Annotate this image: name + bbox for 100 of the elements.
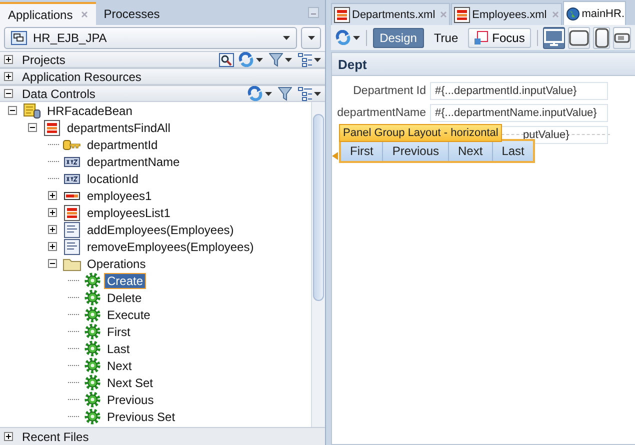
gear-icon bbox=[84, 272, 100, 289]
field-label: departmentName bbox=[337, 107, 426, 119]
tablet-icon bbox=[594, 28, 609, 48]
caret-icon bbox=[353, 36, 360, 40]
nav-button[interactable]: First bbox=[341, 141, 384, 161]
dropdown-arrow-icon bbox=[283, 36, 290, 40]
tree-item[interactable]: departmentName bbox=[85, 154, 182, 168]
pointer-icon bbox=[332, 152, 338, 160]
tree-item[interactable]: First bbox=[105, 324, 132, 338]
application-icon bbox=[11, 31, 27, 45]
gear-icon bbox=[84, 391, 100, 408]
menu-dropdown[interactable] bbox=[301, 27, 321, 49]
tree-item[interactable]: departmentId bbox=[85, 138, 160, 152]
device-button[interactable] bbox=[543, 26, 566, 48]
minimize-icon[interactable] bbox=[308, 7, 319, 18]
tree-item[interactable]: Create bbox=[105, 274, 146, 288]
gear-icon bbox=[84, 357, 100, 374]
tree-item[interactable]: Operations bbox=[85, 256, 148, 270]
method-icon bbox=[64, 238, 80, 254]
tree-item[interactable]: departmentsFindAll bbox=[65, 120, 172, 134]
caret-icon bbox=[314, 92, 321, 96]
input-field[interactable]: #{...departmentId.inputValue} bbox=[430, 82, 608, 100]
editor-tab[interactable]: Employees.xml bbox=[451, 3, 562, 25]
panel-tab[interactable]: Processes bbox=[96, 3, 168, 25]
nav-button[interactable]: Next bbox=[449, 141, 493, 161]
gear-icon bbox=[84, 408, 100, 425]
collection-icon bbox=[454, 6, 470, 22]
expand-icon[interactable] bbox=[48, 208, 57, 217]
caret-icon bbox=[265, 92, 272, 96]
mode-toggle[interactable]: Design bbox=[372, 28, 424, 48]
expand-icon[interactable] bbox=[4, 72, 13, 81]
gear-icon bbox=[84, 374, 100, 391]
application-dropdown[interactable]: HR_EJB_JPA bbox=[4, 27, 297, 49]
globe-icon bbox=[566, 6, 580, 20]
field-label: Department Id bbox=[353, 85, 426, 97]
method-icon bbox=[64, 222, 80, 238]
nav-button[interactable]: Previous bbox=[383, 141, 450, 161]
tree-item[interactable]: employeesList1 bbox=[85, 206, 172, 220]
caret-icon bbox=[314, 58, 321, 62]
input-field[interactable]: #{...departmentName.inputValue} bbox=[430, 104, 608, 122]
tree-item[interactable]: Previous bbox=[105, 392, 156, 406]
attribute-icon bbox=[64, 174, 80, 184]
scrollbar[interactable] bbox=[311, 102, 325, 427]
tablet-icon bbox=[569, 30, 590, 46]
list-icon[interactable] bbox=[298, 52, 312, 66]
device-button[interactable] bbox=[613, 26, 631, 48]
key-icon bbox=[63, 140, 81, 150]
list-icon[interactable] bbox=[298, 86, 312, 100]
bean-icon bbox=[23, 102, 41, 118]
tree-item[interactable]: Next Set bbox=[105, 376, 156, 390]
tree-item[interactable]: Execute bbox=[105, 308, 152, 322]
refresh-icon[interactable] bbox=[335, 30, 351, 45]
layout-tooltip: Panel Group Layout - horizontal bbox=[339, 124, 502, 142]
collapse-icon[interactable] bbox=[4, 89, 13, 98]
tree-item[interactable]: Next bbox=[105, 358, 134, 372]
collection-icon bbox=[334, 6, 350, 22]
panel-title: Dept bbox=[332, 53, 635, 76]
expand-icon[interactable] bbox=[48, 225, 57, 234]
device-button[interactable] bbox=[593, 26, 610, 48]
gear-icon bbox=[84, 289, 100, 306]
collection-icon bbox=[44, 120, 60, 136]
focus-icon bbox=[474, 30, 488, 44]
caret-icon bbox=[285, 58, 292, 62]
device-button[interactable] bbox=[568, 26, 590, 48]
expand-icon[interactable] bbox=[48, 191, 57, 200]
gear-icon bbox=[84, 340, 100, 357]
editor-tab[interactable]: mainHR. bbox=[562, 1, 626, 25]
expand-icon[interactable] bbox=[4, 432, 13, 441]
accessor-icon bbox=[64, 190, 80, 200]
caret-icon bbox=[308, 36, 314, 40]
caret-icon bbox=[256, 58, 263, 62]
refresh-icon[interactable] bbox=[238, 52, 254, 67]
search-icon[interactable] bbox=[219, 52, 234, 66]
attribute-icon bbox=[64, 156, 80, 166]
panel-tab[interactable]: Applications bbox=[0, 2, 96, 25]
monitor-icon bbox=[544, 28, 564, 46]
gear-icon bbox=[84, 323, 100, 340]
phone-icon bbox=[614, 32, 630, 42]
tree-item[interactable]: addEmployees(Employees) bbox=[85, 222, 236, 236]
expand-icon[interactable] bbox=[4, 55, 13, 64]
editor-tab[interactable]: Departments.xml bbox=[331, 3, 450, 25]
tree-item[interactable]: HRFacadeBean bbox=[45, 104, 134, 118]
gear-icon bbox=[84, 306, 100, 323]
tree-item[interactable]: Last bbox=[105, 342, 132, 356]
focus-button[interactable]: Focus bbox=[468, 28, 531, 48]
collapse-icon[interactable] bbox=[8, 106, 17, 115]
nav-button[interactable]: Last bbox=[492, 141, 534, 161]
tree-item[interactable]: locationId bbox=[85, 172, 140, 186]
collection-icon bbox=[64, 204, 80, 220]
expand-icon[interactable] bbox=[48, 242, 57, 251]
folder-icon bbox=[63, 256, 81, 270]
collapse-icon[interactable] bbox=[48, 259, 57, 268]
tree-item[interactable]: employees1 bbox=[85, 188, 154, 202]
tree-item[interactable]: Previous Set bbox=[105, 410, 178, 424]
collapse-icon[interactable] bbox=[28, 123, 37, 132]
refresh-icon[interactable] bbox=[247, 86, 263, 101]
section-header[interactable]: Recent Files bbox=[22, 430, 89, 444]
tree-item[interactable]: Delete bbox=[105, 290, 144, 304]
tree-item[interactable]: removeEmployees(Employees) bbox=[85, 240, 256, 254]
mode-toggle[interactable]: True bbox=[426, 28, 466, 48]
